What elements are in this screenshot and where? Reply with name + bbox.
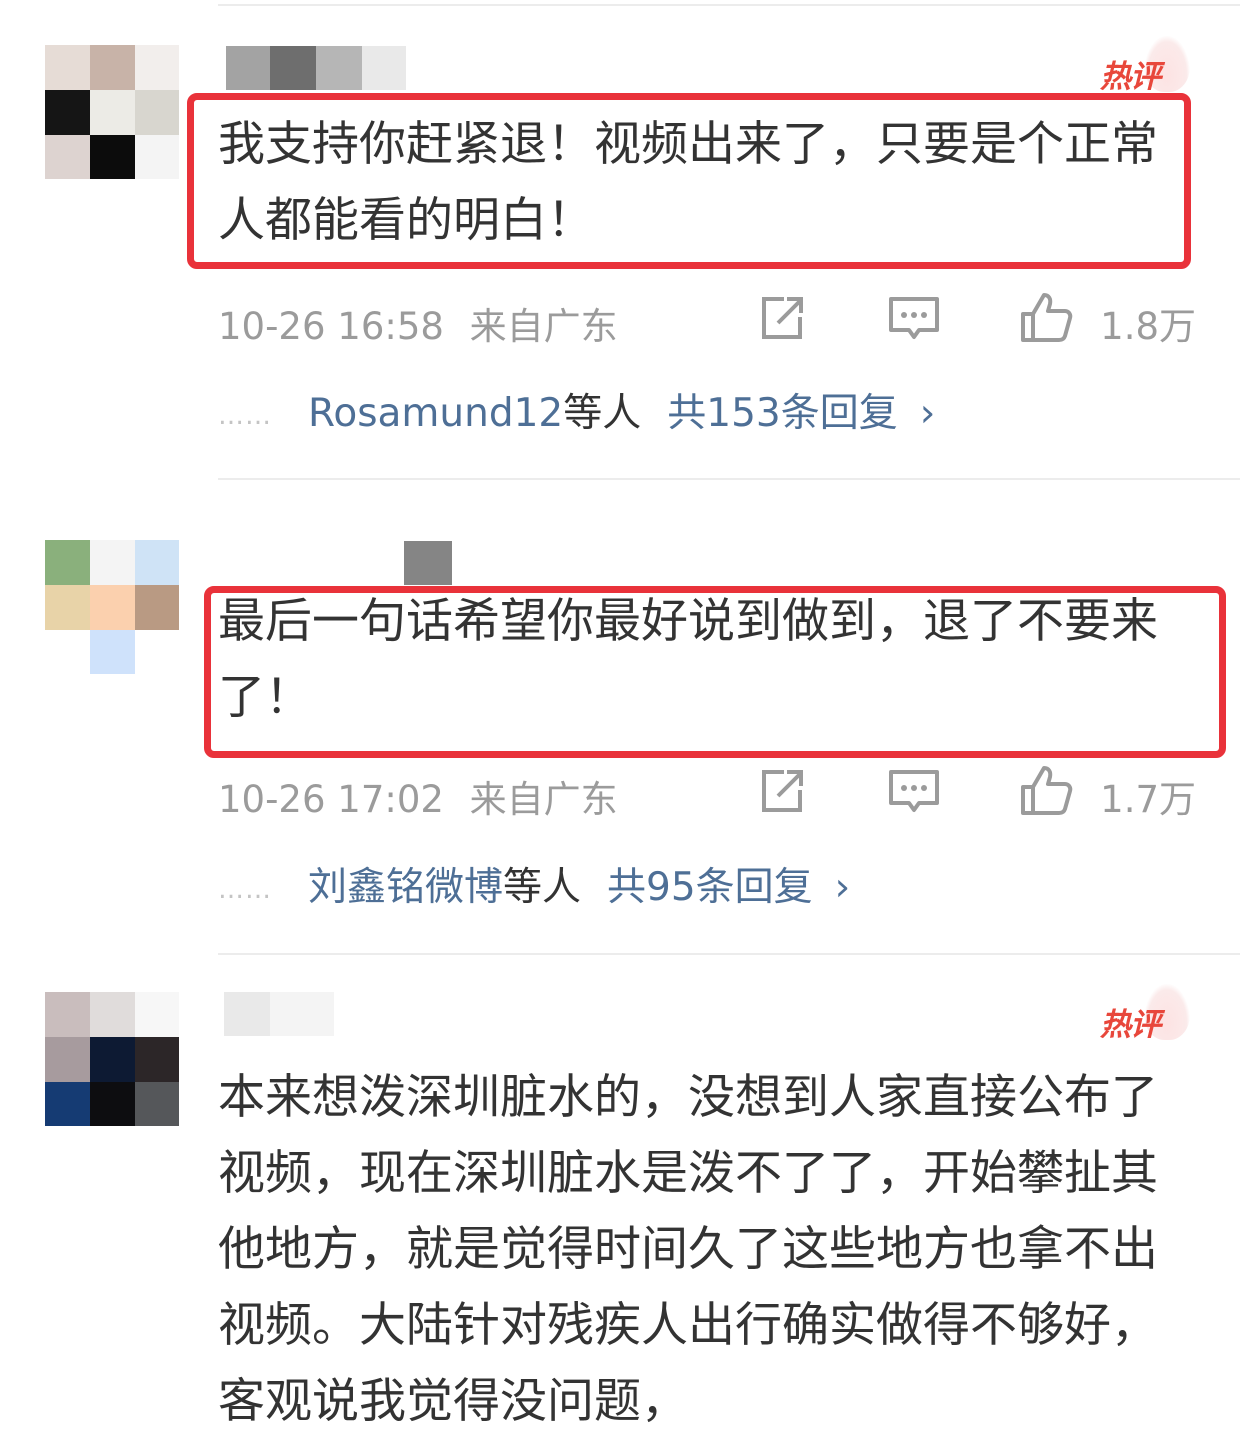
comment-icon[interactable] — [886, 763, 942, 819]
comment-time: 10-26 16:58 — [218, 305, 444, 348]
share-icon[interactable] — [754, 763, 810, 819]
comment-meta: 10-26 17:02 来自广东 1.7万 — [218, 763, 1196, 821]
reply-summary[interactable]: …… Rosamund12等人 共153条回复 › — [218, 382, 935, 438]
thumbs-up-icon[interactable] — [1018, 763, 1074, 819]
ellipsis-icon: …… — [218, 874, 272, 905]
comment-icon[interactable] — [886, 290, 942, 346]
like-count: 1.8万 — [1100, 305, 1196, 348]
divider — [218, 478, 1240, 480]
username-blurred[interactable] — [226, 46, 406, 90]
chevron-right-icon[interactable]: › — [920, 391, 936, 436]
reply-count-link[interactable]: 共153条回复 — [667, 391, 897, 436]
comment-time: 10-26 17:02 — [218, 778, 444, 821]
thumbs-up-icon[interactable] — [1018, 290, 1074, 346]
divider — [218, 4, 1240, 6]
share-icon[interactable] — [754, 290, 810, 346]
divider — [218, 953, 1240, 955]
comment-text: 本来想泼深圳脏水的，没想到人家直接公布了视频，现在深圳脏水是泼不了了，开始攀扯其… — [218, 1070, 1158, 1429]
comment-meta: 10-26 16:58 来自广东 1.8万 — [218, 290, 1196, 348]
reply-users[interactable]: 刘鑫铭微博 — [308, 865, 503, 910]
avatar[interactable] — [45, 45, 179, 179]
username-blurred[interactable] — [404, 541, 452, 585]
comment-text: 最后一句话希望你最好说到做到，退了不要来了！ — [218, 594, 1158, 725]
reply-users[interactable]: Rosamund12 — [308, 391, 563, 436]
chevron-right-icon[interactable]: › — [835, 865, 851, 910]
avatar[interactable] — [45, 540, 179, 674]
like-count: 1.7万 — [1100, 778, 1196, 821]
reply-summary[interactable]: …… 刘鑫铭微博等人 共95条回复 › — [218, 856, 850, 912]
hot-comment-badge: 热评 — [1100, 984, 1190, 1044]
hot-comment-badge: 热评 — [1100, 36, 1190, 96]
comment-text: 我支持你赶紧退！视频出来了，只要是个正常人都能看的明白！ — [218, 117, 1158, 248]
username-blurred[interactable] — [224, 992, 334, 1036]
ellipsis-icon: …… — [218, 400, 272, 431]
reply-count-link[interactable]: 共95条回复 — [607, 865, 813, 910]
comment-location: 来自广东 — [469, 778, 618, 821]
comment-location: 来自广东 — [469, 305, 618, 348]
avatar[interactable] — [45, 992, 179, 1126]
